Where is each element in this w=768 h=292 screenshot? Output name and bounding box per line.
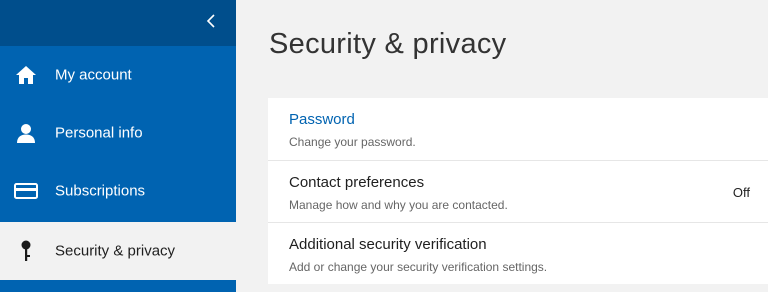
- key-icon: [13, 238, 39, 264]
- setting-title: Contact preferences: [289, 174, 425, 191]
- setting-row-additional-security-verification[interactable]: Additional security verification Add or …: [268, 222, 768, 285]
- setting-title[interactable]: Password: [289, 111, 355, 128]
- sidebar-item-subscriptions[interactable]: Subscriptions: [0, 162, 236, 220]
- credit-card-icon: [13, 178, 39, 204]
- sidebar-header: [0, 0, 236, 46]
- setting-description: Add or change your security verification…: [289, 260, 548, 274]
- sidebar-item-label: Personal info: [55, 124, 143, 142]
- sidebar-item-label: Subscriptions: [55, 182, 146, 200]
- collapse-sidebar-button[interactable]: [200, 10, 222, 32]
- sidebar-footer: [0, 280, 236, 292]
- setting-row-password[interactable]: Password Change your password.: [268, 98, 768, 160]
- setting-description: Manage how and why you are contacted.: [289, 198, 508, 212]
- sidebar-item-label: Security & privacy: [55, 242, 176, 260]
- sidebar-item-security-privacy[interactable]: Security & privacy: [0, 222, 236, 280]
- setting-value: Off: [732, 185, 750, 200]
- sidebar-item-my-account[interactable]: My account: [0, 46, 236, 104]
- setting-row-contact-preferences[interactable]: Contact preferences Manage how and why y…: [268, 160, 768, 223]
- home-icon: [13, 62, 39, 88]
- chevron-left-icon: [206, 14, 215, 28]
- setting-description: Change your password.: [289, 135, 416, 149]
- setting-title: Additional security verification: [289, 236, 487, 253]
- sidebar: My account Personal info Subscriptions S…: [0, 0, 236, 292]
- sidebar-item-personal-info[interactable]: Personal info: [0, 104, 236, 162]
- settings-card: Password Change your password. Contact p…: [268, 98, 768, 284]
- page-title: Security & privacy: [269, 28, 507, 60]
- person-icon: [13, 120, 39, 146]
- sidebar-item-label: My account: [55, 66, 132, 84]
